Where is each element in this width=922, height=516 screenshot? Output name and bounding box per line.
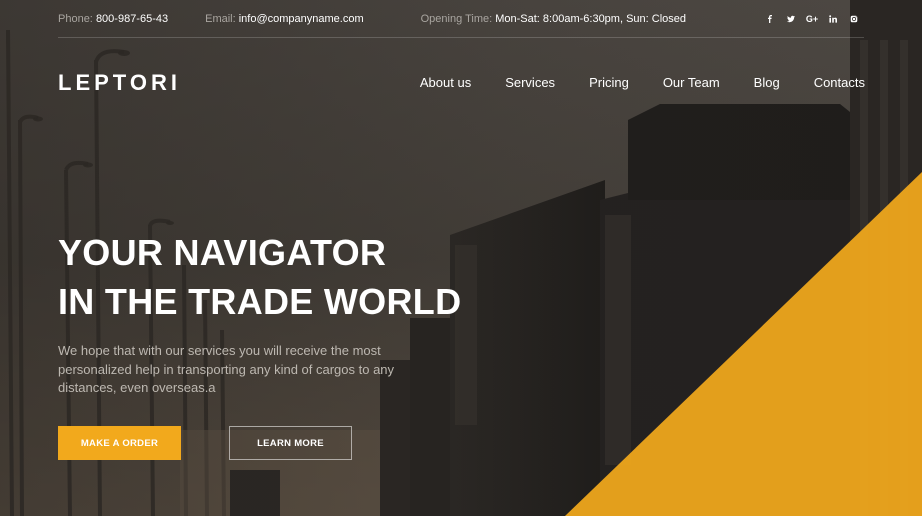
phone-value[interactable]: 800-987-65-43 [96, 13, 168, 25]
instagram-icon[interactable] [844, 9, 864, 29]
nav-item-contacts[interactable]: Contacts [814, 75, 865, 90]
hero-headline: YOUR NAVIGATOR IN THE TRADE WORLD [58, 228, 461, 326]
opening-hours-info: Opening Time: Mon-Sat: 8:00am-6:30pm, Su… [421, 13, 686, 25]
nav-item-about-us[interactable]: About us [420, 75, 471, 90]
nav-item-pricing[interactable]: Pricing [589, 75, 629, 90]
email-label: Email: [205, 12, 236, 25]
opening-hours-label: Opening Time: [420, 12, 493, 25]
phone-info: Phone: 800-987-65-43 [58, 13, 168, 25]
opening-hours-value: Mon-Sat: 8:00am-6:30pm, Sun: Closed [495, 12, 686, 25]
email-value[interactable]: info@companyname.com [239, 13, 364, 25]
logo[interactable]: LEPTORI [58, 70, 181, 96]
facebook-icon[interactable] [760, 9, 780, 29]
top-bar: Phone: 800-987-65-43 Email: info@company… [58, 0, 864, 38]
make-order-button[interactable]: MAKE A ORDER [58, 426, 181, 460]
phone-label: Phone: [58, 12, 93, 25]
nav-item-our-team[interactable]: Our Team [663, 75, 720, 90]
hero-headline-line-2: IN THE TRADE WORLD [58, 281, 462, 322]
main-nav: About us Services Pricing Our Team Blog … [386, 75, 865, 90]
learn-more-button[interactable]: LEARN MORE [229, 426, 352, 460]
social-links: G+ [759, 9, 864, 29]
hero-description: We hope that with our services you will … [58, 343, 395, 395]
email-info: Email: info@companyname.com [205, 13, 364, 25]
twitter-icon[interactable] [781, 9, 801, 29]
linkedin-icon[interactable] [823, 9, 843, 29]
google-plus-icon[interactable]: G+ [802, 9, 822, 29]
nav-item-blog[interactable]: Blog [754, 75, 780, 90]
hero-headline-line-1: YOUR NAVIGATOR [58, 232, 387, 273]
nav-item-services[interactable]: Services [505, 75, 555, 90]
